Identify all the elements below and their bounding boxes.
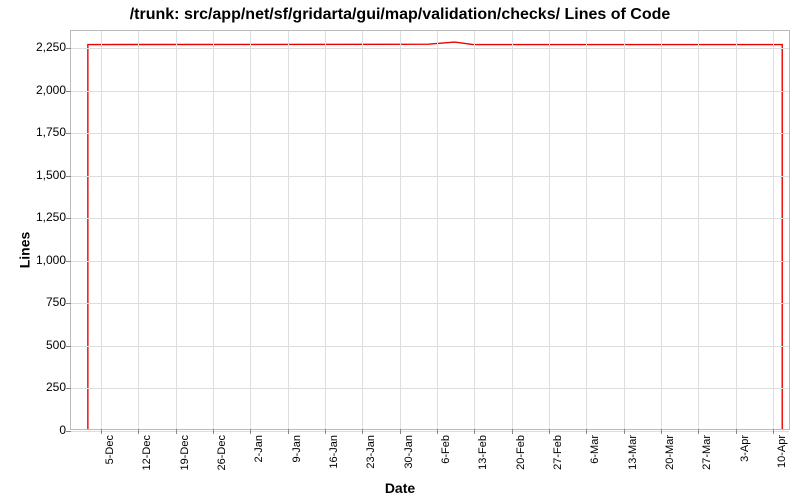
xtick-mark bbox=[624, 429, 625, 434]
gridline-v bbox=[362, 31, 363, 429]
gridline-v bbox=[176, 31, 177, 429]
ytick-mark bbox=[66, 388, 71, 389]
ytick-mark bbox=[66, 133, 71, 134]
ytick-mark bbox=[66, 303, 71, 304]
gridline-v bbox=[400, 31, 401, 429]
xtick-mark bbox=[736, 429, 737, 434]
xtick-mark bbox=[474, 429, 475, 434]
xtick-mark bbox=[400, 429, 401, 434]
xtick-label: 20-Feb bbox=[515, 435, 527, 470]
gridline-h bbox=[71, 346, 789, 347]
chart-title: /trunk: src/app/net/sf/gridarta/gui/map/… bbox=[0, 6, 800, 24]
xtick-mark bbox=[288, 429, 289, 434]
xtick-label: 19-Dec bbox=[179, 435, 191, 470]
ytick-mark bbox=[66, 261, 71, 262]
gridline-h bbox=[71, 133, 789, 134]
ytick-label: 2,250 bbox=[26, 40, 66, 54]
xtick-mark bbox=[661, 429, 662, 434]
xtick-mark bbox=[698, 429, 699, 434]
xtick-label: 27-Feb bbox=[552, 435, 564, 470]
gridline-v bbox=[138, 31, 139, 429]
xtick-label: 12-Dec bbox=[141, 435, 153, 470]
gridline-v bbox=[474, 31, 475, 429]
xtick-label: 6-Mar bbox=[589, 435, 601, 464]
ytick-label: 1,500 bbox=[26, 168, 66, 182]
xtick-label: 20-Mar bbox=[664, 435, 676, 470]
xtick-label: 2-Jan bbox=[253, 435, 265, 463]
ytick-mark bbox=[66, 431, 71, 432]
ytick-mark bbox=[66, 176, 71, 177]
gridline-h bbox=[71, 388, 789, 389]
xtick-label: 5-Dec bbox=[104, 435, 116, 464]
xtick-mark bbox=[250, 429, 251, 434]
xtick-mark bbox=[773, 429, 774, 434]
ytick-label: 1,750 bbox=[26, 125, 66, 139]
ytick-label: 250 bbox=[26, 380, 66, 394]
xtick-label: 30-Jan bbox=[403, 435, 415, 469]
xtick-mark bbox=[512, 429, 513, 434]
xtick-label: 26-Dec bbox=[216, 435, 228, 470]
gridline-v bbox=[325, 31, 326, 429]
gridline-h bbox=[71, 431, 789, 432]
ytick-mark bbox=[66, 48, 71, 49]
gridline-v bbox=[512, 31, 513, 429]
gridline-v bbox=[773, 31, 774, 429]
xtick-mark bbox=[325, 429, 326, 434]
gridline-v bbox=[250, 31, 251, 429]
gridline-v bbox=[661, 31, 662, 429]
ytick-label: 1,250 bbox=[26, 210, 66, 224]
xtick-label: 6-Feb bbox=[440, 435, 452, 464]
ytick-label: 1,000 bbox=[26, 253, 66, 267]
ytick-label: 750 bbox=[26, 295, 66, 309]
xtick-label: 10-Apr bbox=[776, 435, 788, 468]
ytick-label: 0 bbox=[26, 423, 66, 437]
plot-area bbox=[70, 30, 790, 430]
xtick-mark bbox=[549, 429, 550, 434]
ytick-label: 500 bbox=[26, 338, 66, 352]
ytick-mark bbox=[66, 91, 71, 92]
xtick-mark bbox=[586, 429, 587, 434]
xtick-label: 27-Mar bbox=[701, 435, 713, 470]
gridline-h bbox=[71, 48, 789, 49]
gridline-h bbox=[71, 303, 789, 304]
xtick-label: 9-Jan bbox=[291, 435, 303, 463]
xtick-mark bbox=[362, 429, 363, 434]
gridline-v bbox=[288, 31, 289, 429]
xtick-label: 23-Jan bbox=[365, 435, 377, 469]
xtick-label: 16-Jan bbox=[328, 435, 340, 469]
gridline-v bbox=[101, 31, 102, 429]
ytick-mark bbox=[66, 218, 71, 219]
gridline-v bbox=[549, 31, 550, 429]
xtick-mark bbox=[176, 429, 177, 434]
xtick-label: 13-Feb bbox=[477, 435, 489, 470]
gridline-v bbox=[698, 31, 699, 429]
gridline-h bbox=[71, 91, 789, 92]
xtick-mark bbox=[437, 429, 438, 434]
gridline-v bbox=[624, 31, 625, 429]
xtick-label: 3-Apr bbox=[739, 435, 751, 462]
gridline-v bbox=[437, 31, 438, 429]
xtick-mark bbox=[213, 429, 214, 434]
gridline-v bbox=[736, 31, 737, 429]
gridline-h bbox=[71, 261, 789, 262]
gridline-h bbox=[71, 176, 789, 177]
gridline-h bbox=[71, 218, 789, 219]
x-axis-label: Date bbox=[0, 480, 800, 496]
ytick-label: 2,000 bbox=[26, 83, 66, 97]
gridline-v bbox=[213, 31, 214, 429]
xtick-mark bbox=[101, 429, 102, 434]
ytick-mark bbox=[66, 346, 71, 347]
gridline-v bbox=[586, 31, 587, 429]
xtick-label: 13-Mar bbox=[627, 435, 639, 470]
xtick-mark bbox=[138, 429, 139, 434]
